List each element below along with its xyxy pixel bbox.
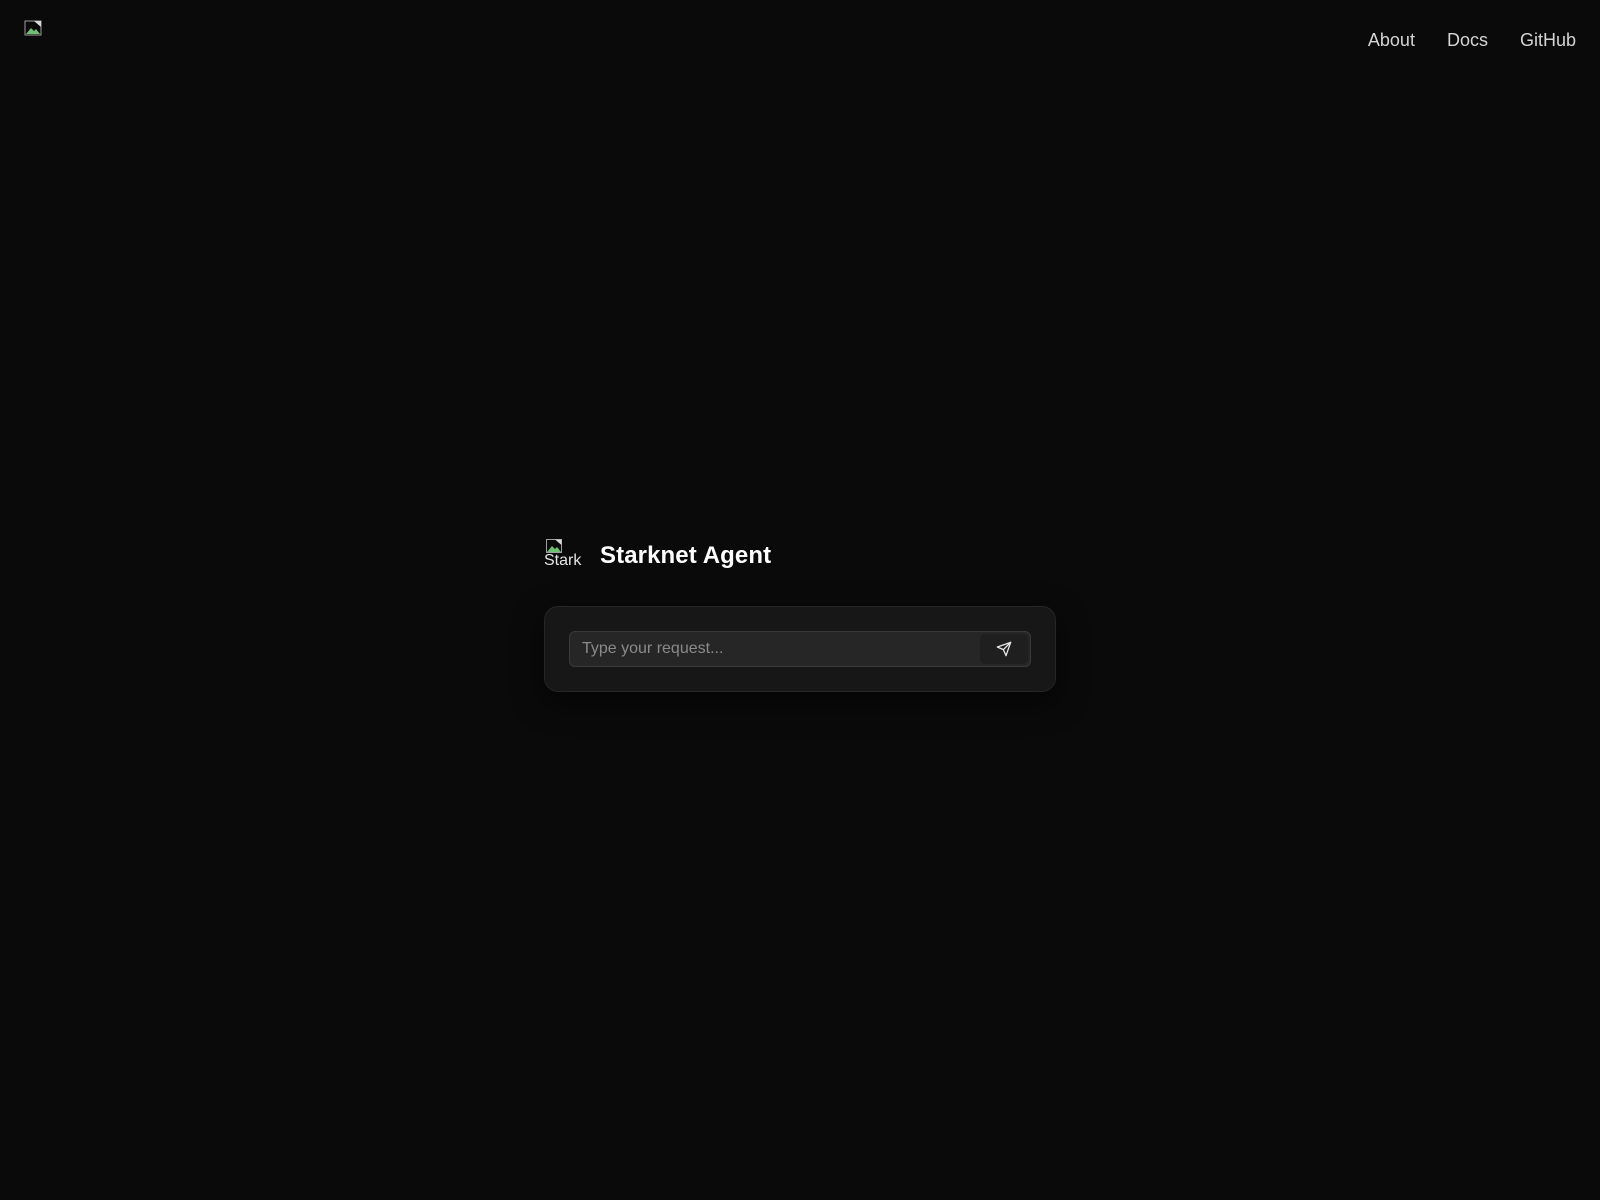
nav-about-link[interactable]: About — [1368, 28, 1415, 52]
send-button[interactable] — [980, 634, 1028, 664]
top-nav: About Docs GitHub — [0, 0, 1600, 80]
brand-image-alt-text: Stark — [544, 552, 582, 569]
brand-image: Stark — [544, 537, 582, 575]
prompt-card — [544, 606, 1056, 692]
brand-row: Stark Starknet Agent — [544, 536, 1056, 576]
prompt-input-wrapper — [569, 631, 1031, 667]
nav-links: About Docs GitHub — [1368, 28, 1576, 52]
send-icon — [996, 641, 1012, 657]
broken-image-icon[interactable] — [24, 20, 42, 36]
main-content: Stark Starknet Agent — [544, 536, 1056, 692]
page: About Docs GitHub Stark Starknet Agent — [0, 0, 1600, 1200]
nav-docs-link[interactable]: Docs — [1447, 28, 1488, 52]
page-title: Starknet Agent — [600, 542, 772, 569]
request-input[interactable] — [570, 632, 1030, 666]
nav-github-link[interactable]: GitHub — [1520, 28, 1576, 52]
